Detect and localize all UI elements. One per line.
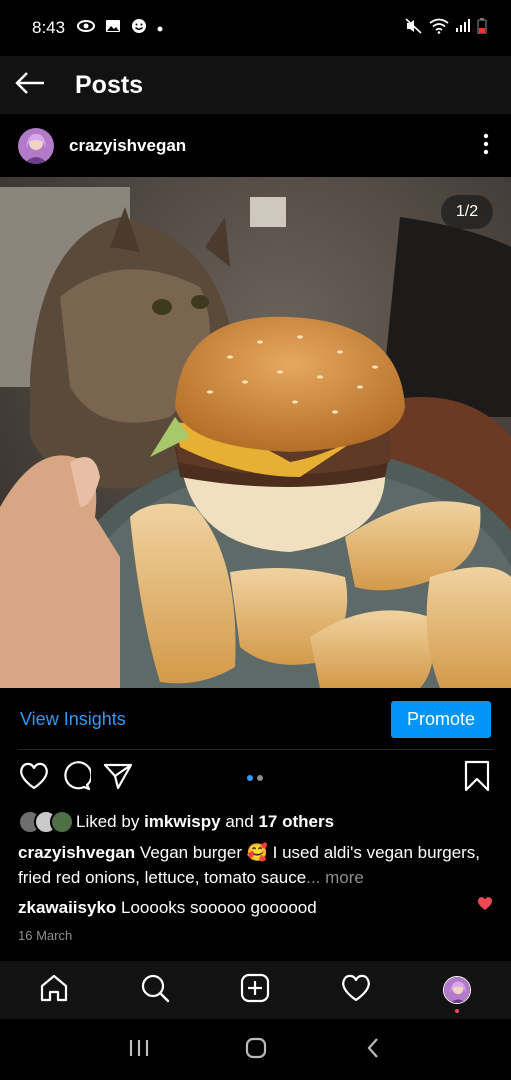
profile-avatar: [442, 976, 471, 1004]
bottom-nav: [0, 961, 511, 1019]
carousel-indicator: [247, 775, 263, 781]
promote-button[interactable]: Promote: [391, 700, 491, 738]
share-icon: [103, 762, 133, 795]
emoji-icon: [131, 18, 147, 39]
notification-dot-icon: [157, 19, 163, 37]
likes-prefix: Liked by: [76, 812, 140, 831]
likes-summary[interactable]: Liked by imkwispy and 17 others: [18, 808, 334, 836]
comment-button[interactable]: [58, 760, 94, 796]
page-title: Posts: [75, 70, 144, 99]
likes-others[interactable]: 17 others: [258, 812, 334, 832]
post-caption: crazyishvegan Vegan burger 🥰 I used aldi…: [18, 840, 496, 890]
nav-profile[interactable]: [427, 961, 487, 1019]
like-button[interactable]: [16, 760, 52, 796]
post-photo[interactable]: 1/2: [0, 177, 511, 688]
status-time: 8:43: [32, 18, 66, 37]
home-system-button[interactable]: [231, 1025, 281, 1075]
caption-username[interactable]: crazyishvegan: [18, 843, 135, 862]
avatar: [50, 810, 74, 834]
save-button[interactable]: [459, 760, 495, 796]
divider: [18, 749, 493, 750]
nav-home[interactable]: [24, 961, 84, 1019]
heart-icon: [18, 761, 50, 796]
carousel-dot-active: [247, 775, 253, 781]
burger-photo: [0, 177, 511, 688]
insights-bar: View Insights Promote: [0, 690, 511, 748]
post-header: crazyishvegan: [0, 116, 511, 176]
recent-apps-button[interactable]: [114, 1025, 164, 1075]
system-nav-bar: [0, 1020, 511, 1080]
comment-icon: [61, 760, 93, 796]
wifi-icon: [429, 18, 449, 39]
more-vertical-icon: [483, 133, 489, 160]
home-icon: [39, 973, 69, 1008]
view-insights-link[interactable]: View Insights: [20, 709, 126, 730]
comment-text: Looooks sooooo goooood: [121, 898, 317, 917]
liker-avatars: [18, 810, 74, 834]
add-icon: [240, 973, 270, 1008]
post-date: 16 March: [18, 928, 73, 943]
bookmark-icon: [464, 760, 490, 797]
caption-emoji: 🥰: [246, 843, 268, 862]
caption-text-start: Vegan burger: [139, 843, 243, 862]
nav-search[interactable]: [125, 961, 185, 1019]
arrow-left-icon: [14, 71, 46, 100]
back-system-button[interactable]: [348, 1025, 398, 1075]
author-username[interactable]: crazyishvegan: [69, 136, 186, 156]
notification-badge: [454, 1009, 459, 1013]
search-icon: [140, 973, 170, 1008]
post-actions: [0, 754, 511, 802]
status-bar: 8:43: [0, 0, 511, 56]
mute-icon: [405, 17, 423, 39]
share-button[interactable]: [100, 760, 136, 796]
comment-item: zkawaiisyko Looooks sooooo goooood: [18, 896, 496, 920]
comment-username[interactable]: zkawaiisyko: [18, 898, 116, 917]
eye-icon: [77, 19, 96, 38]
more-options-button[interactable]: [461, 116, 511, 176]
chevron-left-icon: [366, 1037, 380, 1064]
photo-counter: 1/2: [441, 195, 493, 229]
signal-icon: [455, 18, 471, 38]
home-circle-icon: [245, 1037, 267, 1064]
likes-middle: and: [225, 812, 254, 831]
caption-more-link[interactable]: ... more: [306, 868, 364, 887]
comment-like-button[interactable]: [477, 896, 493, 916]
author-avatar[interactable]: [18, 128, 54, 164]
battery-icon: [477, 17, 487, 39]
back-button[interactable]: [0, 56, 60, 114]
top-app-bar: Posts: [0, 56, 511, 114]
carousel-dot: [257, 775, 263, 781]
nav-activity[interactable]: [326, 961, 386, 1019]
liker-username[interactable]: imkwispy: [144, 812, 221, 832]
nav-create[interactable]: [225, 961, 285, 1019]
heart-filled-icon: [477, 897, 493, 915]
gallery-icon: [105, 19, 121, 38]
recent-apps-icon: [128, 1038, 150, 1063]
activity-icon: [340, 973, 372, 1008]
